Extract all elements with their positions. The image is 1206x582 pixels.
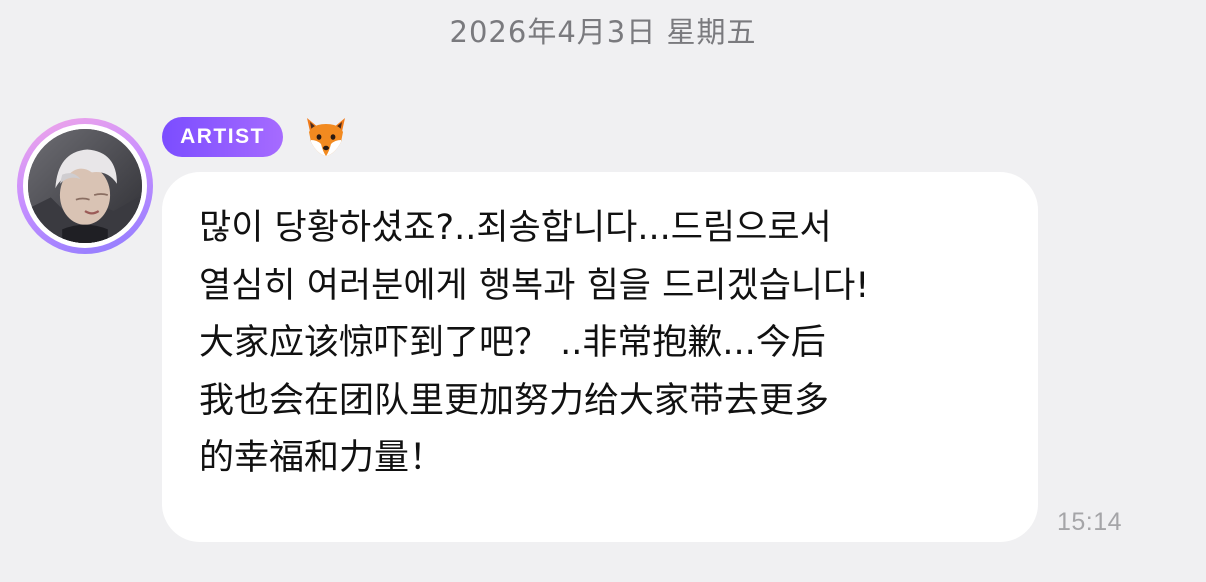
avatar[interactable] [17, 118, 153, 254]
date-divider: 2026年4月3日 星期五 [449, 15, 757, 49]
artist-badge: ARTIST [162, 117, 283, 157]
message-timestamp: 15:14 [1057, 508, 1123, 536]
message-line: 많이 당황하셨죠?..죄송합니다...드림으로서 [199, 208, 832, 248]
avatar-border [23, 124, 147, 248]
message-line: 我也会在团队里更加努力给大家带去更多 [199, 380, 830, 421]
message-line: 大家应该惊吓到了吧？ ..非常抱歉...今后 [199, 323, 826, 363]
avatar-photo [28, 129, 142, 243]
message-line: 的幸福和力量！ [199, 438, 445, 478]
fox-emoji-icon [303, 114, 349, 160]
message-line: 열심히 여러분에게 행복과 힘을 드리겠습니다! [199, 265, 870, 306]
message-bubble[interactable]: 많이 당황하셨죠?..죄송합니다...드림으로서 열심히 여러분에게 행복과 힘… [162, 172, 1038, 542]
